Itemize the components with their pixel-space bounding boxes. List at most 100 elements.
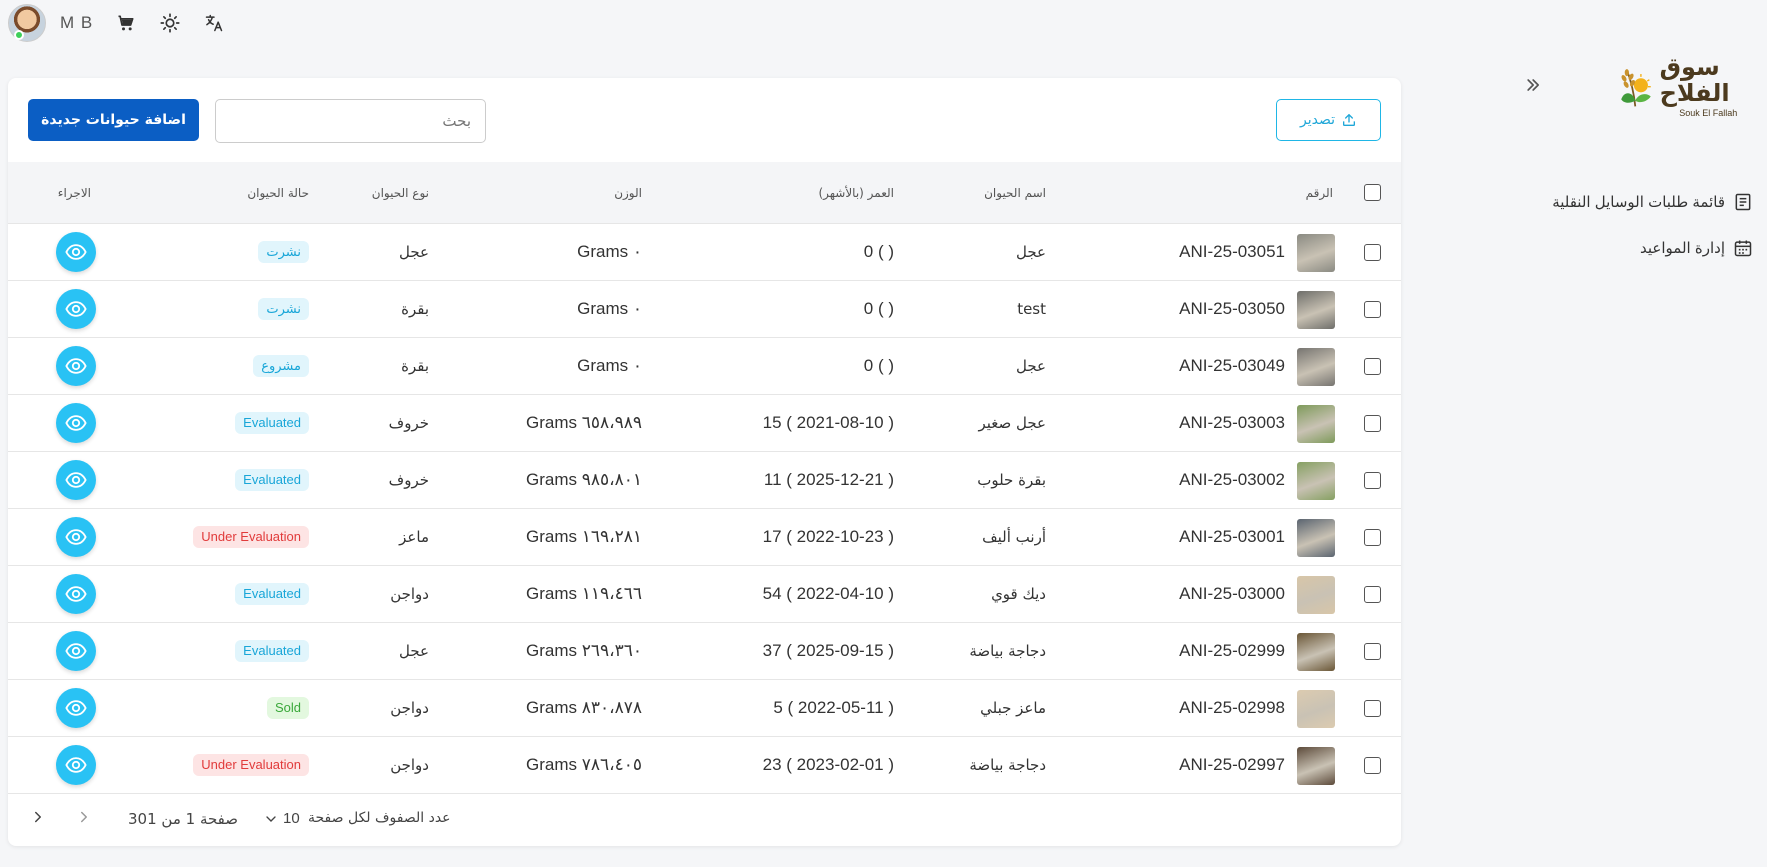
animal-thumbnail[interactable] <box>1297 348 1335 386</box>
row-checkbox[interactable] <box>1364 586 1381 603</box>
next-page-icon[interactable] <box>28 808 48 832</box>
header-number[interactable]: الرقم <box>1306 186 1333 200</box>
row-checkbox[interactable] <box>1364 757 1381 774</box>
translate-icon[interactable] <box>203 12 225 34</box>
row-checkbox[interactable] <box>1364 415 1381 432</box>
header-status[interactable]: حالة الحيوان <box>247 186 309 200</box>
row-checkbox[interactable] <box>1364 472 1381 489</box>
sidebar-item-transport-requests[interactable]: قائمة طلبات الوسايل النقلية <box>1552 192 1753 212</box>
sun-icon[interactable] <box>159 12 181 34</box>
animal-thumbnail[interactable] <box>1297 576 1335 614</box>
table-row[interactable]: ANI-25-03001 أرنب أليف 17 ( 2022-10-23 ) Gr… <box>8 509 1401 566</box>
animal-weight: Grams ٦٥٨،٩٨٩ <box>525 413 642 432</box>
view-button[interactable] <box>56 346 96 386</box>
table-row[interactable]: ANI-25-03049 عجل 0 ( ) Grams ٠ بقرة مشروع <box>8 338 1401 395</box>
animal-type: بقرة <box>401 357 429 375</box>
upload-icon <box>1343 114 1356 126</box>
status-badge: Evaluated <box>235 412 309 434</box>
toolbar: اضافة حيوانات جديدة تصدير <box>8 78 1401 162</box>
pagination: صفحة 1 من 301 10 عدد الصفوف لكل صفحة <box>8 796 1401 846</box>
animal-thumbnail[interactable] <box>1297 405 1335 443</box>
view-button[interactable] <box>56 745 96 785</box>
view-button[interactable] <box>56 460 96 500</box>
eye-icon <box>65 586 87 602</box>
animal-type: بقرة <box>401 300 429 318</box>
animal-type: ماعز <box>399 528 429 546</box>
select-all-checkbox[interactable] <box>1364 184 1381 201</box>
user-name[interactable]: M B <box>60 13 93 33</box>
animal-weight: Grams ٢٦٩،٣٦٠ <box>525 641 642 660</box>
animal-name: أرنب أليف <box>982 528 1046 546</box>
view-button[interactable] <box>56 403 96 443</box>
list-document-icon <box>1735 193 1751 211</box>
avatar[interactable] <box>8 4 46 42</box>
table-row[interactable]: ANI-25-02999 دجاجة بياضة 37 ( 2025-09-15 )… <box>8 623 1401 680</box>
animal-name: دجاجة بياضة <box>969 756 1046 774</box>
animal-age: 23 ( 2023-02-01 ) <box>762 755 894 774</box>
rows-per-page-select[interactable]: 10 <box>263 810 300 827</box>
header-weight[interactable]: الوزن <box>614 186 642 200</box>
table-row[interactable]: ANI-25-03000 ديك قوي 54 ( 2022-04-10 ) Gram… <box>8 566 1401 623</box>
view-button[interactable] <box>56 688 96 728</box>
view-button[interactable] <box>56 232 96 272</box>
sidebar-item-label: إدارة المواعيد <box>1640 240 1725 257</box>
animal-thumbnail[interactable] <box>1297 747 1335 785</box>
calendar-icon <box>1734 240 1752 257</box>
animal-age: 54 ( 2022-04-10 ) <box>762 584 894 603</box>
animal-weight: Grams ١١٩،٤٦٦ <box>525 584 642 603</box>
animal-weight: Grams ٨٣٠،٨٧٨ <box>525 698 642 717</box>
row-checkbox[interactable] <box>1364 529 1381 546</box>
status-badge: Evaluated <box>235 640 309 662</box>
table-row[interactable]: ANI-25-02997 دجاجة بياضة 23 ( 2023-02-01 )… <box>8 737 1401 794</box>
animal-type: دواجن <box>390 585 429 603</box>
animal-id: ANI-25-03049 <box>1179 356 1285 375</box>
table-row[interactable]: ANI-25-03002 بقرة حلوب 11 ( 2025-12-21 ) Gr… <box>8 452 1401 509</box>
export-button[interactable]: تصدير <box>1276 99 1381 141</box>
table-row[interactable]: ANI-25-02998 ماعز جبلي 5 ( 2022-05-11 ) Gra… <box>8 680 1401 737</box>
rows-per-page-label: عدد الصفوف لكل صفحة <box>308 810 451 826</box>
animal-type: عجل <box>399 243 429 261</box>
animal-thumbnail[interactable] <box>1297 633 1335 671</box>
table-row[interactable]: ANI-25-03003 عجل صغير 15 ( 2021-08-10 ) Gra… <box>8 395 1401 452</box>
animal-type: دواجن <box>390 699 429 717</box>
add-animals-button[interactable]: اضافة حيوانات جديدة <box>28 99 199 141</box>
animal-id: ANI-25-03003 <box>1179 413 1285 432</box>
cart-icon[interactable] <box>115 12 137 34</box>
animal-thumbnail[interactable] <box>1297 690 1335 728</box>
animal-thumbnail[interactable] <box>1297 462 1335 500</box>
previous-page-icon[interactable] <box>74 808 94 832</box>
table-row[interactable]: ANI-25-03050 test 0 ( ) Grams ٠ بقرة نشرت <box>8 281 1401 338</box>
view-button[interactable] <box>56 631 96 671</box>
animal-weight: Grams ٠ <box>577 242 642 261</box>
table-row[interactable]: ANI-25-03051 عجل 0 ( ) Grams ٠ عجل نشرت <box>8 224 1401 281</box>
eye-icon <box>65 757 87 773</box>
animal-weight: Grams ١٦٩،٢٨١ <box>525 527 642 546</box>
animal-name: عجل <box>1016 243 1046 261</box>
header-age[interactable]: العمر (بالأشهر) <box>818 186 894 200</box>
animal-age: 0 ( ) <box>863 299 894 318</box>
animal-thumbnail[interactable] <box>1297 234 1335 272</box>
animal-thumbnail[interactable] <box>1297 519 1335 557</box>
animal-name: دجاجة بياضة <box>969 642 1046 660</box>
animal-type: عجل <box>399 642 429 660</box>
animal-name: عجل صغير <box>978 414 1046 432</box>
header-type[interactable]: نوع الحيوان <box>372 186 429 200</box>
header-name[interactable]: اسم الحيوان <box>984 186 1046 200</box>
search-input[interactable] <box>215 99 486 143</box>
row-checkbox[interactable] <box>1364 358 1381 375</box>
view-button[interactable] <box>56 517 96 557</box>
eye-icon <box>65 643 87 659</box>
sidebar-item-appointments[interactable]: إدارة المواعيد <box>1640 238 1753 258</box>
view-button[interactable] <box>56 289 96 329</box>
animals-table-card: اضافة حيوانات جديدة تصدير الرقم اسم الحي… <box>8 78 1401 846</box>
row-checkbox[interactable] <box>1364 301 1381 318</box>
row-checkbox[interactable] <box>1364 643 1381 660</box>
row-checkbox[interactable] <box>1364 700 1381 717</box>
export-label: تصدير <box>1300 112 1336 128</box>
status-badge: نشرت <box>258 298 309 320</box>
logo[interactable]: سوق الفلاح Souk El Fallah <box>1617 50 1757 122</box>
collapse-sidebar-icon[interactable] <box>1521 72 1547 98</box>
row-checkbox[interactable] <box>1364 244 1381 261</box>
animal-thumbnail[interactable] <box>1297 291 1335 329</box>
view-button[interactable] <box>56 574 96 614</box>
